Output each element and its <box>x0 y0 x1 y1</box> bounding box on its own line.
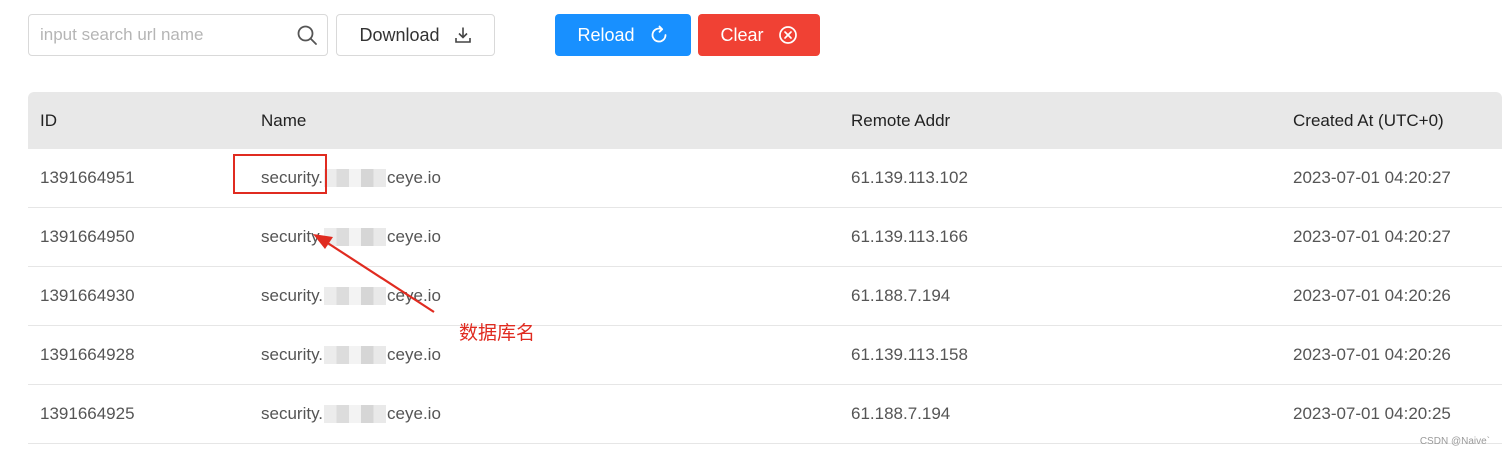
annotation-label: 数据库名 <box>459 322 536 344</box>
annotation-arrow-icon <box>313 234 435 313</box>
watermark: CSDN @Naive` <box>1419 436 1490 447</box>
